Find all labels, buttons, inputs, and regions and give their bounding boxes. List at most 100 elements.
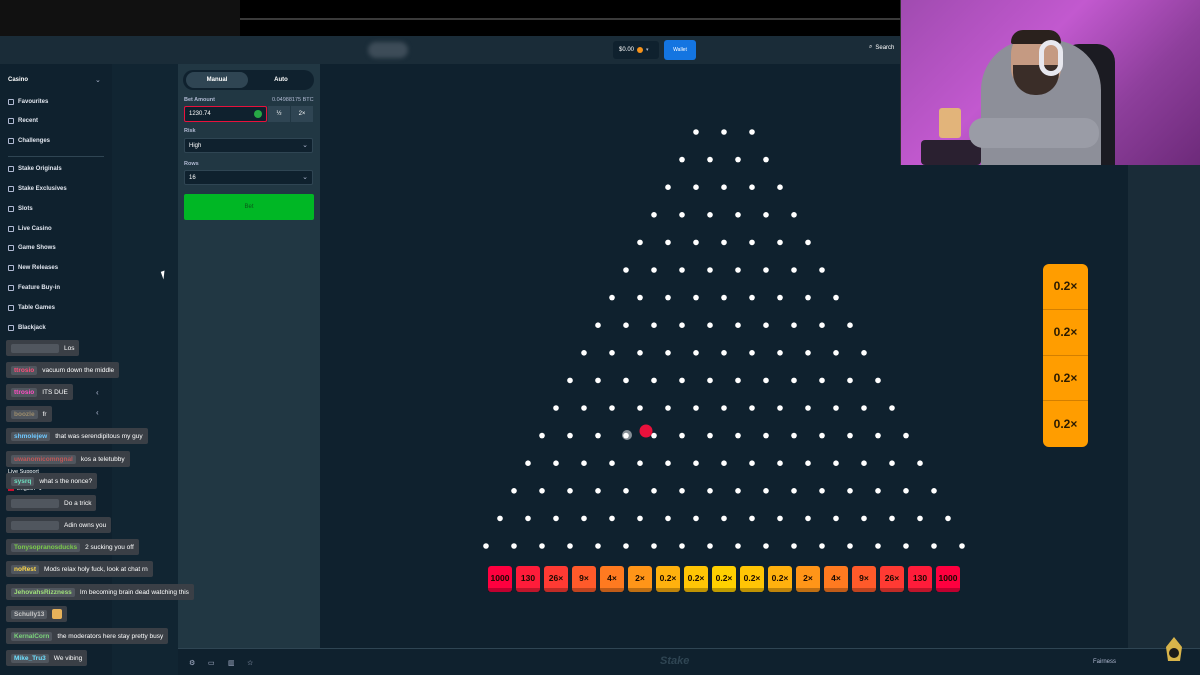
- peg: [763, 377, 769, 384]
- streamer-badge-icon: [1166, 637, 1182, 661]
- peg: [679, 543, 685, 549]
- peg: [707, 212, 713, 218]
- peg: [693, 239, 699, 246]
- peg: [763, 156, 769, 163]
- peg: [651, 543, 657, 549]
- peg: [749, 184, 755, 190]
- peg: [511, 543, 517, 549]
- chat-username[interactable]: Mike_Tru3: [11, 653, 49, 663]
- favourite-star-icon[interactable]: ☆: [247, 659, 253, 667]
- peg: [609, 405, 615, 411]
- peg: [679, 377, 685, 384]
- peg: [679, 212, 685, 218]
- multiplier-slot: 0.2×: [712, 566, 736, 592]
- multiplier-slot: 4×: [600, 566, 624, 592]
- peg: [749, 239, 755, 246]
- peg: [819, 543, 825, 549]
- multiplier-label: 1000: [939, 573, 958, 583]
- peg: [721, 460, 727, 467]
- peg: [567, 543, 573, 549]
- settings-icon[interactable]: ⚙: [189, 659, 195, 667]
- screen: $0.00 ▾ Wallet ⌕ Search Casino ⌄ Favouri…: [0, 0, 1200, 675]
- multiplier-label: 2×: [803, 573, 813, 583]
- chat-username[interactable]: Tonysopranosducks: [11, 542, 81, 552]
- peg: [763, 212, 769, 218]
- peg: [581, 350, 587, 356]
- peg: [567, 377, 573, 384]
- peg: [721, 294, 727, 301]
- multiplier-label: 0.2×: [660, 573, 677, 583]
- multiplier-label: 4×: [831, 573, 841, 583]
- peg: [581, 460, 587, 467]
- multiplier-slot-shadow: [656, 588, 680, 592]
- chat-text: what s the nonce?: [39, 477, 93, 485]
- chat-username[interactable]: Schully13: [11, 609, 48, 619]
- peg: [511, 488, 517, 494]
- peg: [791, 267, 797, 273]
- peg: [861, 460, 867, 467]
- chat-username[interactable]: sysrq: [11, 476, 35, 486]
- chat-username[interactable]: noRest: [11, 564, 40, 574]
- peg: [539, 432, 545, 439]
- multiplier-slot-shadow: [516, 588, 540, 592]
- peg: [679, 488, 685, 494]
- peg: [917, 460, 923, 467]
- multiplier-slot-shadow: [908, 588, 932, 592]
- peg: [805, 460, 811, 467]
- chat-username[interactable]: [11, 343, 59, 353]
- chat-username[interactable]: ttrosio: [11, 365, 38, 375]
- headphones: [1039, 40, 1063, 76]
- chat-text: Do a trick: [64, 499, 92, 507]
- chat-username[interactable]: uwanomicomngnal: [11, 454, 76, 464]
- multiplier-slot: 26×: [544, 566, 568, 592]
- peg: [693, 294, 699, 301]
- chat-username[interactable]: KernalCorn: [11, 631, 53, 641]
- peg: [595, 432, 601, 439]
- chat-username[interactable]: [11, 498, 59, 508]
- peg: [623, 377, 629, 384]
- chat-text: Adin owns you: [64, 521, 107, 529]
- chat-username[interactable]: shmolejew: [11, 431, 51, 441]
- peg: [777, 184, 783, 190]
- history-cell: 0.2×: [1043, 264, 1088, 310]
- peg: [833, 350, 839, 356]
- peg: [777, 294, 783, 301]
- stats-icon[interactable]: ▥: [228, 659, 235, 667]
- chat-username[interactable]: boozle: [11, 409, 38, 419]
- peg: [735, 377, 741, 384]
- peg: [903, 488, 909, 494]
- peg: [665, 184, 671, 190]
- result-history: 0.2× 0.2× 0.2× 0.2×: [1043, 264, 1088, 447]
- peg: [553, 460, 559, 467]
- history-cell: 0.2×: [1043, 356, 1088, 402]
- multiplier-label: 26×: [885, 573, 899, 583]
- peg: [665, 350, 671, 356]
- peg: [833, 294, 839, 301]
- peg: [763, 488, 769, 494]
- multiplier-slot: 9×: [852, 566, 876, 592]
- peg: [679, 156, 685, 163]
- chat-username[interactable]: ttrosio: [11, 387, 38, 397]
- chat-text: Mods relax holy fuck, look at chat rn: [44, 565, 148, 573]
- peg: [805, 239, 811, 246]
- peg: [805, 515, 811, 522]
- multiplier-label: 0.2×: [688, 573, 705, 583]
- multiplier-slot: 0.2×: [740, 566, 764, 592]
- peg: [735, 543, 741, 549]
- peg: [777, 239, 783, 246]
- chat-username[interactable]: [11, 520, 59, 530]
- peg: [917, 515, 923, 522]
- multiplier-label: 130: [521, 573, 535, 583]
- peg: [903, 432, 909, 439]
- chat-text: fr: [42, 410, 47, 418]
- chat-username[interactable]: JehovahsRizzness: [11, 587, 75, 597]
- peg: [539, 543, 545, 549]
- peg: [847, 543, 853, 549]
- fairness-link[interactable]: Fairness: [1093, 659, 1116, 665]
- peg: [567, 432, 573, 439]
- multiplier-label: 130: [913, 573, 927, 583]
- theatre-mode-icon[interactable]: ▭: [208, 659, 215, 667]
- peg: [637, 405, 643, 411]
- peg: [819, 322, 825, 329]
- peg: [735, 322, 741, 329]
